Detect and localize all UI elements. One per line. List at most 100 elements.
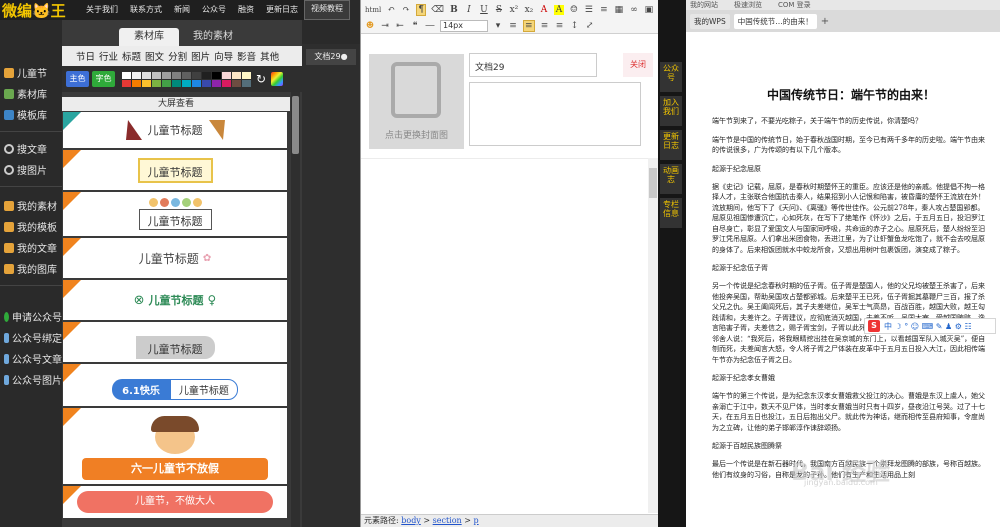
color-swatch[interactable]	[172, 71, 181, 79]
cover-image-placeholder[interactable]: 点击更换封面图	[369, 54, 464, 149]
path-p-link[interactable]: p	[473, 516, 478, 525]
material-card[interactable]: 儿童节标题	[63, 112, 287, 148]
color-swatch[interactable]	[232, 71, 241, 79]
sidebar-item-account-images[interactable]: 公众号图片	[0, 369, 62, 390]
color-swatch[interactable]	[152, 71, 161, 79]
nav-contact[interactable]: 联系方式	[124, 0, 168, 20]
bookmark-link[interactable]: 极速浏览	[734, 0, 762, 10]
nav-about[interactable]: 关于我们	[80, 0, 124, 20]
justify-icon[interactable]: ≡	[555, 21, 565, 31]
ime-tools[interactable]: 中 ☽ ° ☺ ⌨ ✎ ♟ ⚙ ☷	[884, 321, 972, 332]
smile-icon[interactable]: ☻	[365, 21, 375, 31]
promo-tab-column[interactable]: 专栏信息	[660, 198, 682, 228]
hr-icon[interactable]: ―	[425, 21, 435, 31]
color-swatch[interactable]	[222, 79, 231, 87]
color-swatch[interactable]	[232, 79, 241, 87]
emoji-icon[interactable]: ☺	[569, 5, 579, 15]
color-swatch[interactable]	[192, 71, 201, 79]
category-festival[interactable]: 节日	[74, 49, 97, 63]
sidebar-item-my-materials[interactable]: 我的素材	[0, 195, 62, 216]
align-left-icon[interactable]: ≡	[508, 21, 518, 31]
material-card[interactable]: 儿童节标题	[63, 150, 287, 190]
nav-changelog[interactable]: 更新日志	[260, 0, 304, 20]
summary-textarea[interactable]	[469, 82, 641, 146]
italic-button[interactable]: I	[464, 5, 474, 15]
nav-wechat[interactable]: 公众号	[196, 0, 232, 20]
bold-button[interactable]: B	[449, 5, 459, 15]
strikethrough-button[interactable]: S	[494, 5, 504, 15]
sogou-icon[interactable]: S	[868, 320, 880, 332]
sidebar-item-account-articles[interactable]: 公众号文章	[0, 348, 62, 369]
editor-scroll-thumb[interactable]	[649, 168, 657, 198]
promo-tab-wechat[interactable]: 公众号	[660, 62, 682, 92]
table-icon[interactable]: ▦	[614, 5, 624, 15]
align-right-icon[interactable]: ≡	[540, 21, 550, 31]
sidebar-item-my-gallery[interactable]: 我的图库	[0, 258, 62, 279]
link-icon[interactable]: ∞	[629, 5, 639, 15]
refresh-icon[interactable]: ↻	[256, 72, 268, 86]
category-image-text[interactable]: 图文	[143, 49, 166, 63]
color-swatch[interactable]	[212, 71, 221, 79]
nav-news[interactable]: 新闻	[168, 0, 196, 20]
color-swatch[interactable]	[152, 79, 161, 87]
panel-scroll-thumb[interactable]	[292, 96, 299, 154]
quote-icon[interactable]: ❝	[410, 21, 420, 31]
category-media[interactable]: 影音	[235, 49, 258, 63]
fullscreen-icon[interactable]: ⤢	[585, 21, 595, 31]
clear-format-icon[interactable]: ⌫	[431, 5, 444, 15]
color-swatch[interactable]	[202, 71, 211, 79]
html-source-icon[interactable]: html	[365, 6, 381, 14]
sidebar-item-childrens-day[interactable]: 儿童节	[0, 62, 62, 83]
sidebar-item-templates[interactable]: 模板库	[0, 104, 62, 125]
panel-scrollbar[interactable]	[291, 92, 300, 527]
sidebar-item-my-templates[interactable]: 我的模板	[0, 216, 62, 237]
color-swatch[interactable]	[142, 79, 151, 87]
ime-toolbar[interactable]: S 中 ☽ ° ☺ ⌨ ✎ ♟ ⚙ ☷	[864, 318, 996, 334]
tab-material-library[interactable]: 素材库	[119, 28, 179, 46]
image-icon[interactable]: ▣	[644, 5, 654, 15]
indent-icon[interactable]: ⇥	[380, 21, 390, 31]
align-center-icon[interactable]: ≡	[523, 19, 535, 32]
color-swatch[interactable]	[142, 71, 151, 79]
unordered-list-icon[interactable]: ≡	[599, 5, 609, 15]
color-swatch[interactable]	[192, 79, 201, 87]
sidebar-item-my-articles[interactable]: 我的文章	[0, 237, 62, 258]
undo-icon[interactable]: ↶	[386, 5, 396, 15]
material-card[interactable]: 儿童节，不做大人	[63, 486, 287, 518]
font-size-select[interactable]: 14px	[440, 19, 488, 32]
material-card[interactable]: 六一儿童节不放假	[63, 408, 287, 484]
tab-article[interactable]: 中国传统节…的由来！	[733, 13, 817, 29]
bookmark-link[interactable]: COM 登录	[778, 0, 811, 10]
big-screen-view-button[interactable]: 大屏查看	[62, 97, 290, 111]
document-title-input[interactable]: 文档29	[469, 53, 597, 77]
format-painter-icon[interactable]: ¶	[416, 3, 427, 16]
category-guide[interactable]: 向导	[212, 49, 235, 63]
chevron-down-icon[interactable]: ▾	[493, 21, 503, 31]
editor-scrollbar[interactable]	[648, 158, 658, 513]
color-swatch[interactable]	[242, 71, 251, 79]
category-image[interactable]: 图片	[189, 49, 212, 63]
color-swatch[interactable]	[172, 79, 181, 87]
sidebar-item-search-articles[interactable]: 搜文章	[0, 138, 62, 159]
color-swatch[interactable]	[182, 79, 191, 87]
text-color-button[interactable]: 字色	[92, 71, 115, 87]
category-title[interactable]: 标题	[120, 49, 143, 63]
category-industry[interactable]: 行业	[97, 49, 120, 63]
material-card[interactable]: 儿童节标题	[63, 192, 287, 236]
material-card[interactable]: 儿童节标题	[63, 322, 287, 362]
bookmark-link[interactable]: 我的网站	[690, 0, 718, 10]
ordered-list-icon[interactable]: ☰	[584, 5, 594, 15]
rainbow-palette-icon[interactable]	[271, 72, 283, 86]
tab-my-materials[interactable]: 我的素材	[183, 28, 243, 46]
color-swatch[interactable]	[212, 79, 221, 87]
sidebar-item-library[interactable]: 素材库	[0, 83, 62, 104]
nav-funding[interactable]: 融资	[232, 0, 260, 20]
material-card[interactable]: ⊗ 儿童节标题 ♀	[63, 280, 287, 320]
color-swatch[interactable]	[202, 79, 211, 87]
color-swatch[interactable]	[132, 79, 141, 87]
color-swatch[interactable]	[122, 79, 131, 87]
main-color-button[interactable]: 主色	[66, 71, 89, 87]
material-card[interactable]: 儿童节标题 ✿	[63, 238, 287, 278]
path-section-link[interactable]: section	[433, 516, 462, 525]
color-swatch[interactable]	[182, 71, 191, 79]
